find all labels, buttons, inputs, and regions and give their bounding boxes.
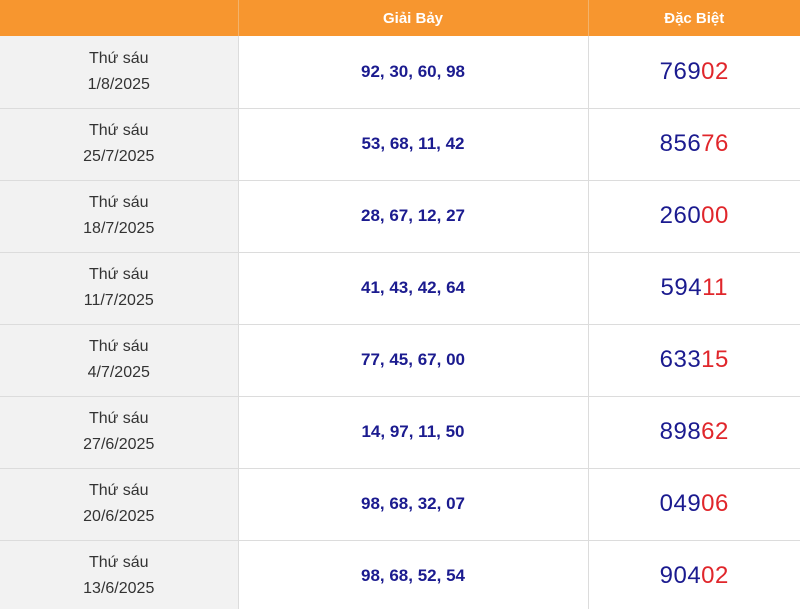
draw-date: 18/7/2025	[83, 220, 155, 237]
header-row: Giải Bảy Đặc Biệt	[0, 0, 800, 36]
dac-biet-tail: 62	[701, 418, 729, 445]
weekday-label: Thứ sáu	[88, 122, 149, 139]
dac-biet-head: 904	[659, 562, 702, 589]
weekday-label: Thứ sáu	[88, 49, 149, 67]
dac-biet-tail: 06	[701, 490, 729, 517]
header-dac-biet: Đặc Biệt	[588, 0, 800, 36]
date-cell: Thứ sáu 4/7/2025	[0, 324, 239, 397]
weekday-label: Thứ sáu	[88, 338, 149, 355]
table-body: Thứ sáu 1/8/2025 92, 30, 60, 98 76902 Th…	[0, 36, 800, 609]
giai-bay-cell: 14, 97, 11, 50	[238, 396, 589, 469]
weekday-label: Thứ sáu	[88, 482, 149, 499]
dac-biet-cell: 04906	[588, 468, 800, 541]
giai-bay-cell: 53, 68, 11, 42	[238, 108, 589, 181]
date-cell: Thứ sáu 1/8/2025	[0, 36, 239, 109]
dac-biet-cell: 85676	[588, 108, 800, 181]
draw-date: 11/7/2025	[83, 292, 154, 309]
dac-biet-head: 049	[659, 490, 702, 517]
weekday-label: Thứ sáu	[88, 194, 149, 211]
dac-biet-tail: 15	[701, 346, 729, 373]
dac-biet-tail: 11	[702, 274, 728, 301]
draw-date: 27/6/2025	[83, 436, 155, 453]
date-cell: Thứ sáu 13/6/2025	[0, 540, 239, 609]
table-row: Thứ sáu 20/6/2025 98, 68, 32, 07 04906	[0, 468, 800, 541]
dac-biet-tail: 76	[701, 130, 729, 157]
dac-biet-head: 856	[659, 130, 702, 157]
dac-biet-cell: 89862	[588, 396, 800, 469]
results-table: Giải Bảy Đặc Biệt Thứ sáu 1/8/2025 92, 3…	[0, 0, 800, 609]
date-cell: Thứ sáu 20/6/2025	[0, 468, 239, 541]
giai-bay-cell: 92, 30, 60, 98	[238, 36, 589, 109]
table-row: Thứ sáu 4/7/2025 77, 45, 67, 00 63315	[0, 324, 800, 397]
table-header: Giải Bảy Đặc Biệt	[0, 0, 800, 36]
table-row: Thứ sáu 27/6/2025 14, 97, 11, 50 89862	[0, 396, 800, 469]
date-cell: Thứ sáu 25/7/2025	[0, 108, 239, 181]
dac-biet-head: 898	[659, 418, 702, 445]
dac-biet-cell: 59411	[588, 252, 800, 325]
table-row: Thứ sáu 18/7/2025 28, 67, 12, 27 26000	[0, 180, 800, 253]
table-row: Thứ sáu 25/7/2025 53, 68, 11, 42 85676	[0, 108, 800, 181]
header-giai-bay: Giải Bảy	[238, 0, 589, 36]
weekday-label: Thứ sáu	[88, 554, 149, 571]
dac-biet-cell: 76902	[588, 36, 800, 109]
dac-biet-cell: 63315	[588, 324, 800, 397]
dac-biet-tail: 00	[701, 202, 729, 229]
draw-date: 25/7/2025	[83, 148, 155, 165]
header-date	[0, 0, 239, 36]
giai-bay-cell: 77, 45, 67, 00	[238, 324, 589, 397]
giai-bay-cell: 41, 43, 42, 64	[238, 252, 589, 325]
dac-biet-head: 260	[659, 202, 702, 229]
table-row: Thứ sáu 13/6/2025 98, 68, 52, 54 90402	[0, 540, 800, 609]
draw-date: 20/6/2025	[83, 508, 155, 525]
dac-biet-tail: 02	[701, 562, 729, 589]
dac-biet-tail: 02	[701, 57, 729, 85]
giai-bay-cell: 98, 68, 32, 07	[238, 468, 589, 541]
dac-biet-head: 769	[659, 57, 702, 85]
dac-biet-cell: 90402	[588, 540, 800, 609]
date-cell: Thứ sáu 27/6/2025	[0, 396, 239, 469]
dac-biet-cell: 26000	[588, 180, 800, 253]
draw-date: 13/6/2025	[83, 580, 155, 597]
giai-bay-cell: 28, 67, 12, 27	[238, 180, 589, 253]
dac-biet-head: 594	[660, 274, 703, 301]
draw-date: 1/8/2025	[87, 75, 150, 93]
draw-date: 4/7/2025	[87, 364, 150, 381]
date-cell: Thứ sáu 18/7/2025	[0, 180, 239, 253]
dac-biet-head: 633	[659, 346, 702, 373]
table-row: Thứ sáu 1/8/2025 92, 30, 60, 98 76902	[0, 36, 800, 109]
giai-bay-cell: 98, 68, 52, 54	[238, 540, 589, 609]
date-cell: Thứ sáu 11/7/2025	[0, 252, 239, 325]
weekday-label: Thứ sáu	[88, 410, 149, 427]
table-row: Thứ sáu 11/7/2025 41, 43, 42, 64 59411	[0, 252, 800, 325]
weekday-label: Thứ sáu	[88, 266, 149, 283]
